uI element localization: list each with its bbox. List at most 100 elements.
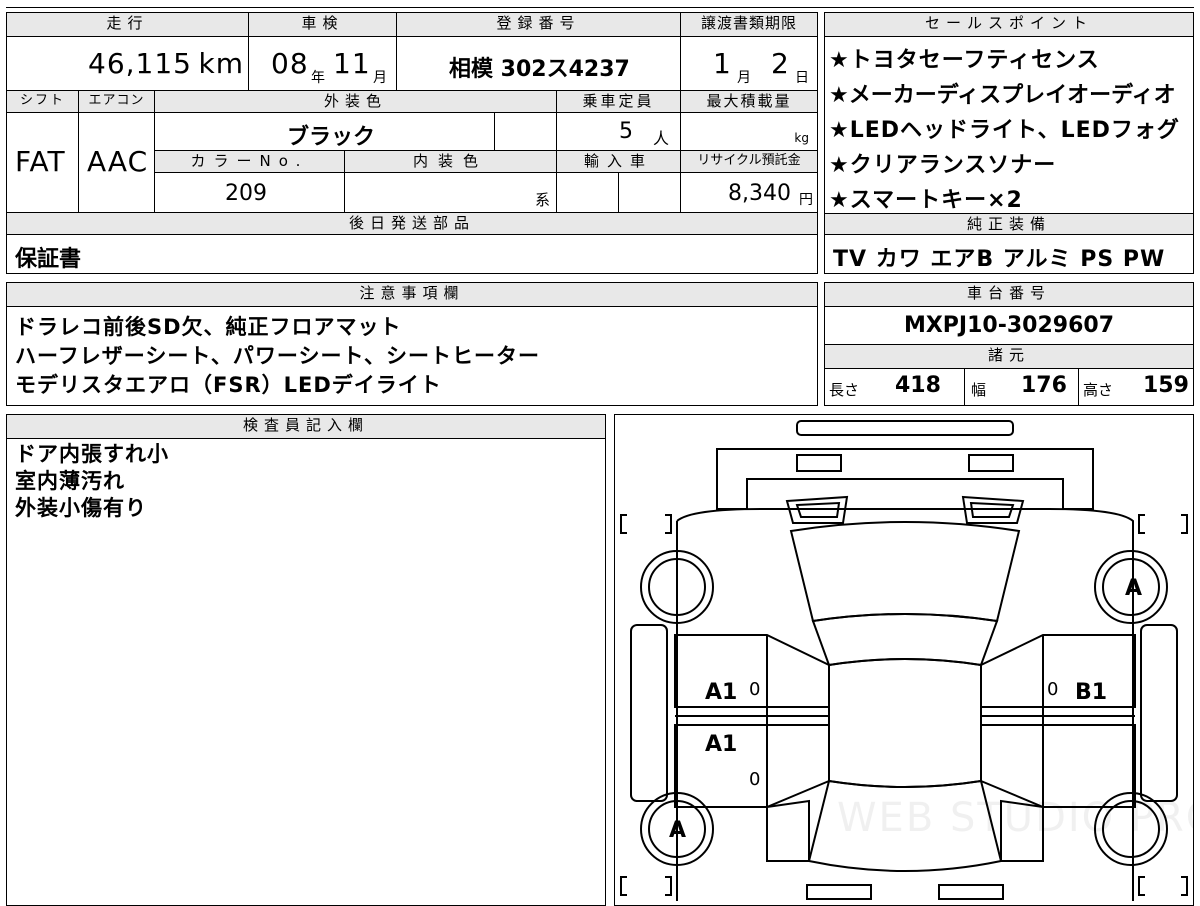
mileage-header: 走行 xyxy=(7,13,249,37)
dims-height-value: 159 xyxy=(1143,373,1189,398)
notes-box: 注意事項欄 ドラレコ前後SD欠、純正フロアマット ハーフレザーシート、パワーシー… xyxy=(6,282,818,406)
car-diagram: WEB STUDIO PRO A A A1 A1 B1 0 0 0 xyxy=(620,420,1193,901)
inspector-header: 検査員記入欄 xyxy=(7,415,605,439)
inspection-cell: 08 年 11 月 xyxy=(249,37,397,91)
load-unit: kg xyxy=(794,131,809,145)
later-parts-value: 保証書 xyxy=(15,247,82,272)
recycle-unit: 円 xyxy=(799,192,813,208)
sales-point-item: ★メーカーディスプレイオーディオ xyxy=(829,83,1176,108)
inspection-month-unit: 月 xyxy=(373,70,387,86)
left-rear-quarter xyxy=(766,799,810,862)
color-no-header: カラーNo. xyxy=(155,151,345,173)
transfer-cell: 1 月 2 日 xyxy=(681,37,817,91)
left-rear-door xyxy=(674,724,830,808)
transfer-month: 1 xyxy=(713,47,732,80)
transfer-day-unit: 日 xyxy=(795,70,809,86)
inspector-lines: ドア内張すれ小 室内薄汚れ 外装小傷有り xyxy=(15,441,169,522)
import-header: 輸入車 xyxy=(557,151,681,173)
dims-width-value: 176 xyxy=(1021,373,1067,398)
transfer-day: 2 xyxy=(771,47,790,80)
notes-lines: ドラレコ前後SD欠、純正フロアマット ハーフレザーシート、パワーシート、シートヒ… xyxy=(15,313,540,400)
sales-point-item: ★クリアランスソナー xyxy=(829,153,1057,178)
sales-points-box: セールスポイント ★トヨタセーフティセンス ★メーカーディスプレイオーディオ ★… xyxy=(824,12,1194,274)
rear-bumper-piece xyxy=(938,884,1004,900)
shift-cell: FAT xyxy=(7,113,79,213)
mark-zero: 0 xyxy=(749,769,760,790)
recycle-cell: 8,340 円 xyxy=(681,173,817,213)
bracket xyxy=(1138,514,1188,534)
sales-point-item: ★トヨタセーフティセンス xyxy=(829,48,1100,73)
plate-header: 登録番号 xyxy=(397,13,681,37)
note-line: ドラレコ前後SD欠、純正フロアマット xyxy=(15,315,402,339)
hood xyxy=(789,521,1021,623)
import-cell-a xyxy=(557,173,619,213)
capacity-header: 乗車定員 xyxy=(557,91,681,113)
shift-header: シフト xyxy=(7,91,79,113)
mileage-value: 46,115 xyxy=(88,47,192,80)
mark-right-front-wheel: A xyxy=(1125,576,1142,601)
dims-height-label: 高さ xyxy=(1083,381,1114,399)
inspector-line: 室内薄汚れ xyxy=(15,469,125,493)
mark-zero: 0 xyxy=(749,679,760,700)
import-cell-b xyxy=(619,173,681,213)
mark-left-front-door: A1 xyxy=(705,680,737,705)
transfer-month-unit: 月 xyxy=(737,70,751,86)
mark-left-rear-wheel: A xyxy=(669,818,686,843)
sales-points-list: ★トヨタセーフティセンス ★メーカーディスプレイオーディオ ★LEDヘッドライト… xyxy=(829,43,1193,218)
front-emblem xyxy=(796,454,842,472)
ac-cell: AAC xyxy=(79,113,155,213)
right-side-skirt xyxy=(1140,624,1178,802)
inspector-line: ドア内張すれ小 xyxy=(15,442,169,466)
plate-value: 相模 302ス4237 xyxy=(449,57,630,82)
left-side-skirt xyxy=(630,624,668,802)
front-emblem xyxy=(968,454,1014,472)
recycle-value: 8,340 xyxy=(728,181,791,206)
capacity-unit: 人 xyxy=(653,129,670,148)
bracket xyxy=(620,514,672,534)
mileage-cell: 46,115 km xyxy=(7,37,249,91)
watermark: WEB STUDIO PRO xyxy=(837,795,1193,841)
inspector-box: 検査員記入欄 ドア内張すれ小 室内薄汚れ 外装小傷有り xyxy=(6,414,606,906)
mark-left-rear-door: A1 xyxy=(705,732,737,757)
dims-header: 諸元 xyxy=(825,345,1193,369)
equipment-header: 純正装備 xyxy=(825,213,1193,235)
dims-width-cell: 幅 176 xyxy=(965,369,1079,405)
equipment-value: TV カワ エアB アルミ PS PW xyxy=(833,247,1166,272)
mark-right-front-door: B1 xyxy=(1075,680,1107,705)
mark-zero: 0 xyxy=(1047,679,1058,700)
body-outline xyxy=(676,508,1134,901)
inspection-header: 車検 xyxy=(249,13,397,37)
mileage-unit: km xyxy=(198,47,244,80)
chassis-box: 車台番号 MXPJ10-3029607 諸元 長さ 418 幅 176 高さ 1… xyxy=(824,282,1194,406)
chassis-header: 車台番号 xyxy=(825,283,1193,307)
dims-length-label: 長さ xyxy=(829,381,860,399)
inspection-year-unit: 年 xyxy=(311,70,325,86)
note-line: ハーフレザーシート、パワーシート、シートヒーター xyxy=(15,344,541,368)
roof xyxy=(828,658,982,788)
dims-length-cell: 長さ 418 xyxy=(825,369,965,405)
chassis-value: MXPJ10-3029607 xyxy=(903,313,1115,338)
exterior-color-cell: ブラック xyxy=(155,113,495,151)
plate-cell: 相模 302ス4237 xyxy=(397,37,681,91)
load-cell: kg xyxy=(681,113,817,151)
color-no-cell: 209 xyxy=(155,173,345,213)
note-line: モデリスタエアロ（FSR）LEDデイライト xyxy=(15,373,442,397)
dims-height-cell: 高さ 159 xyxy=(1079,369,1193,405)
sales-points-header: セールスポイント xyxy=(825,13,1193,37)
front-bumper xyxy=(796,420,1014,436)
inspection-year: 08 xyxy=(271,47,309,80)
rear-bumper-piece xyxy=(806,884,872,900)
bracket xyxy=(1138,876,1188,896)
dims-length-value: 418 xyxy=(895,373,941,398)
sales-point-item: ★LEDヘッドライト、LEDフォグ xyxy=(829,118,1180,143)
top-strip xyxy=(6,0,1194,8)
interior-color-suffix: 系 xyxy=(534,191,550,209)
front-nose xyxy=(716,448,1094,510)
spec-table: 走行 車検 登録番号 譲渡書類期限 46,115 km 08 年 11 月 相模… xyxy=(6,12,818,274)
notes-header: 注意事項欄 xyxy=(7,283,817,307)
bracket xyxy=(620,876,672,896)
transfer-header: 譲渡書類期限 xyxy=(681,13,817,37)
later-parts-header: 後日発送部品 xyxy=(7,213,817,235)
ac-value: AAC xyxy=(87,145,149,178)
load-header: 最大積載量 xyxy=(681,91,817,113)
